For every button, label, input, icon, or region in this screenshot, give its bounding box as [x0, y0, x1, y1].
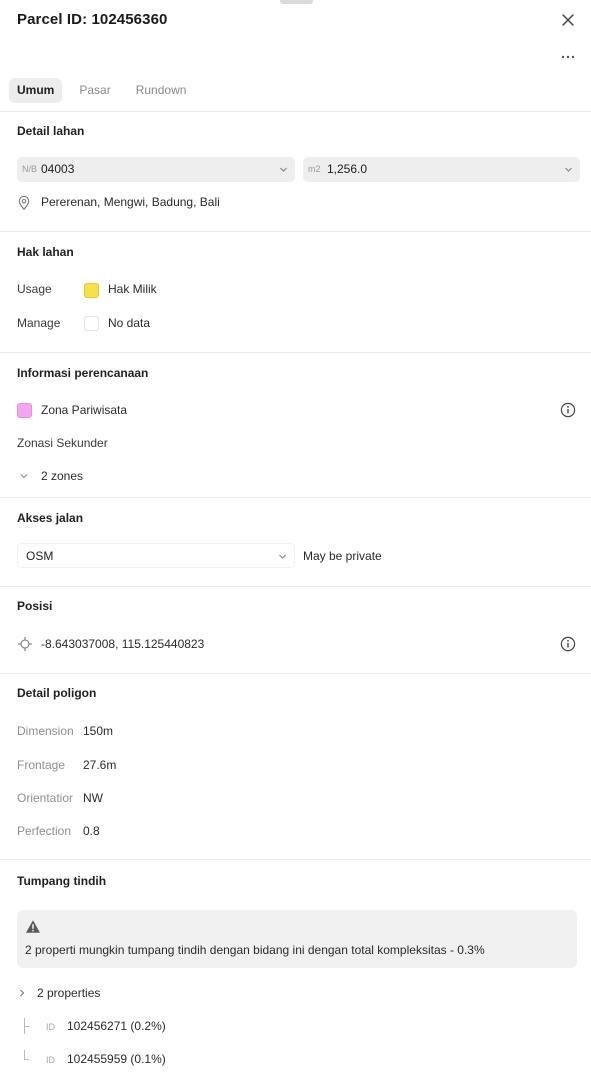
more-options-button[interactable]: [556, 48, 580, 64]
tree-connector: [24, 1026, 29, 1027]
properties-toggle-label: 2 properties: [37, 986, 101, 1000]
secondary-zoning-label: Zonasi Sekunder: [17, 436, 108, 450]
nib-select[interactable]: N/B 04003: [17, 157, 295, 182]
divider: [0, 352, 591, 353]
frontage-value: 27.6m: [83, 758, 117, 772]
coordinates-text: -8.643037008, 115.125440823: [41, 637, 205, 651]
info-icon[interactable]: [560, 636, 576, 652]
area-select[interactable]: m2 1,256.0: [303, 157, 580, 182]
overlap-warning-text: 2 properti mungkin tumpang tindih dengan…: [25, 943, 485, 957]
frontage-label: Frontage: [17, 758, 66, 772]
zone-color-swatch: [17, 403, 32, 418]
location-text: Pererenan, Mengwi, Badung, Bali: [41, 195, 220, 209]
area-value: 1,256.0: [327, 162, 368, 176]
section-title-perencanaan: Informasi perencanaan: [17, 366, 149, 380]
divider: [0, 586, 591, 587]
area-prefix: m2: [308, 164, 321, 174]
overlap-warning-box: 2 properti mungkin tumpang tindih dengan…: [17, 910, 577, 968]
chevron-down-icon: [565, 167, 572, 172]
divider: [0, 111, 591, 112]
nib-value: 04003: [41, 162, 75, 176]
dimension-value: 150m: [83, 724, 114, 738]
section-title-hak-lahan: Hak lahan: [17, 245, 74, 259]
crosshair-icon: [18, 637, 32, 651]
zone-name: Zona Pariwisata: [41, 403, 128, 417]
manage-color-swatch: [84, 316, 99, 331]
section-title-tumpang-tindih: Tumpang tindih: [17, 874, 107, 888]
zones-toggle-label: 2 zones: [41, 469, 84, 483]
overlap-property-link[interactable]: 102456271 (0.2%): [67, 1019, 166, 1033]
id-tag: ID: [46, 1055, 55, 1065]
close-button[interactable]: [558, 10, 578, 30]
chevron-down-icon: [279, 554, 286, 559]
usage-color-swatch: [84, 283, 99, 298]
tab-rundown[interactable]: Rundown: [128, 78, 195, 103]
divider: [0, 859, 591, 860]
warning-icon: [26, 920, 40, 933]
section-title-detail-lahan: Detail lahan: [17, 124, 85, 138]
chevron-right-icon: [20, 989, 25, 997]
location-pin-icon: [18, 195, 30, 211]
perfection-value: 0.8: [83, 824, 100, 838]
divider: [0, 673, 591, 674]
info-icon[interactable]: [560, 402, 576, 418]
properties-toggle[interactable]: 2 properties: [15, 983, 145, 1003]
section-title-posisi: Posisi: [17, 599, 53, 613]
tab-pasar[interactable]: Pasar: [71, 78, 118, 103]
more-horizontal-icon: [561, 55, 575, 59]
section-title-akses-jalan: Akses jalan: [17, 511, 84, 525]
tree-connector: [24, 1059, 29, 1060]
orientation-label: Orientatior: [17, 791, 74, 805]
tab-umum[interactable]: Umum: [9, 78, 63, 103]
perfection-label: Perfection: [17, 824, 72, 838]
usage-label: Usage: [17, 282, 52, 296]
usage-value: Hak Milik: [108, 282, 157, 296]
chevron-down-icon: [20, 474, 28, 479]
zones-toggle[interactable]: 2 zones: [17, 466, 137, 486]
road-source-select[interactable]: OSM: [17, 543, 295, 568]
chevron-down-icon: [280, 167, 287, 172]
id-tag: ID: [46, 1022, 55, 1032]
dimension-label: Dimension: [17, 724, 74, 738]
road-source-value: OSM: [26, 549, 54, 563]
road-status: May be private: [303, 549, 382, 563]
divider: [0, 497, 591, 498]
panel-header: Parcel ID: 102456360: [0, 0, 591, 60]
orientation-value: NW: [83, 791, 103, 805]
divider: [0, 231, 591, 232]
overlap-property-link[interactable]: 102455959 (0.1%): [67, 1052, 166, 1066]
section-title-detail-poligon: Detail poligon: [17, 686, 97, 700]
tab-bar: Umum Pasar Rundown: [9, 78, 203, 103]
nib-prefix: N/B: [22, 164, 38, 174]
tree-connector: [24, 1050, 25, 1059]
close-icon: [562, 14, 574, 26]
manage-value: No data: [108, 316, 151, 330]
manage-label: Manage: [17, 316, 61, 330]
page-title: Parcel ID: 102456360: [17, 11, 168, 28]
